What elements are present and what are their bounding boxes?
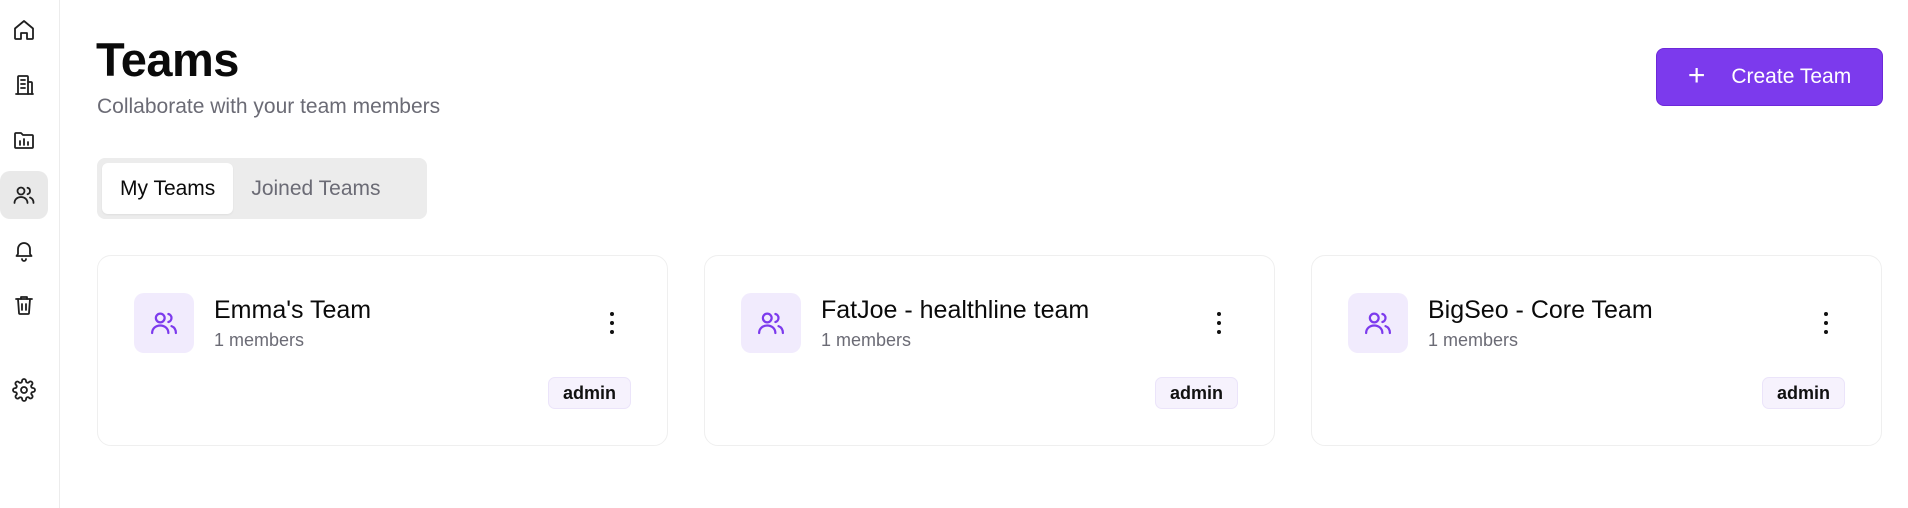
team-member-count: 1 members xyxy=(214,330,305,350)
users-icon xyxy=(758,312,784,335)
tab-my-teams[interactable]: My Teams xyxy=(102,163,234,214)
role-badge: admin xyxy=(1154,377,1238,409)
team-avatar xyxy=(134,293,194,353)
page-title: Teams xyxy=(96,33,239,86)
app: Teams Collaborate with your team members… xyxy=(0,0,1908,508)
team-card[interactable]: FatJoe - healthline team 1 members admin xyxy=(704,255,1275,446)
team-cards: Emma's Team 1 members admin FatJoe - hea… xyxy=(97,255,1882,446)
team-name: Emma's Team xyxy=(214,296,372,324)
team-tabs: My Teams Joined Teams xyxy=(97,158,427,219)
sidebar xyxy=(0,0,60,508)
gear-icon xyxy=(12,378,36,402)
create-team-label: Create Team xyxy=(1731,65,1852,88)
page-subtitle: Collaborate with your team members xyxy=(97,95,441,118)
tab-joined-teams[interactable]: Joined Teams xyxy=(233,163,398,214)
team-name: FatJoe - healthline team xyxy=(821,296,1090,324)
sidebar-item-building[interactable] xyxy=(0,61,48,109)
more-options-icon[interactable] xyxy=(1821,308,1831,338)
more-options-icon[interactable] xyxy=(607,308,617,338)
bell-icon xyxy=(15,242,33,262)
sidebar-item-projects[interactable] xyxy=(0,116,48,164)
team-card[interactable]: Emma's Team 1 members admin xyxy=(97,255,668,446)
team-member-count: 1 members xyxy=(1428,330,1519,350)
role-badge: admin xyxy=(547,377,631,409)
team-member-count: 1 members xyxy=(821,330,912,350)
building-icon xyxy=(15,75,34,95)
team-card[interactable]: BigSeo - Core Team 1 members admin xyxy=(1311,255,1882,446)
plus-icon: + xyxy=(1687,58,1706,92)
create-team-button[interactable]: + Create Team xyxy=(1656,48,1883,106)
sidebar-item-settings[interactable] xyxy=(0,366,48,414)
sidebar-item-trash[interactable] xyxy=(0,281,48,329)
home-icon xyxy=(14,20,34,40)
users-icon xyxy=(13,186,35,204)
users-icon xyxy=(151,312,177,335)
more-options-icon[interactable] xyxy=(1214,308,1224,338)
users-icon xyxy=(1365,312,1391,335)
sidebar-item-home[interactable] xyxy=(0,6,48,54)
sidebar-item-teams[interactable] xyxy=(0,171,48,219)
team-avatar xyxy=(741,293,801,353)
trash-icon xyxy=(15,296,33,315)
team-avatar xyxy=(1348,293,1408,353)
team-name: BigSeo - Core Team xyxy=(1428,296,1653,324)
folder-chart-icon xyxy=(14,132,34,149)
sidebar-item-notifications[interactable] xyxy=(0,226,48,274)
role-badge: admin xyxy=(1761,377,1845,409)
main-content: Teams Collaborate with your team members… xyxy=(60,0,1908,508)
